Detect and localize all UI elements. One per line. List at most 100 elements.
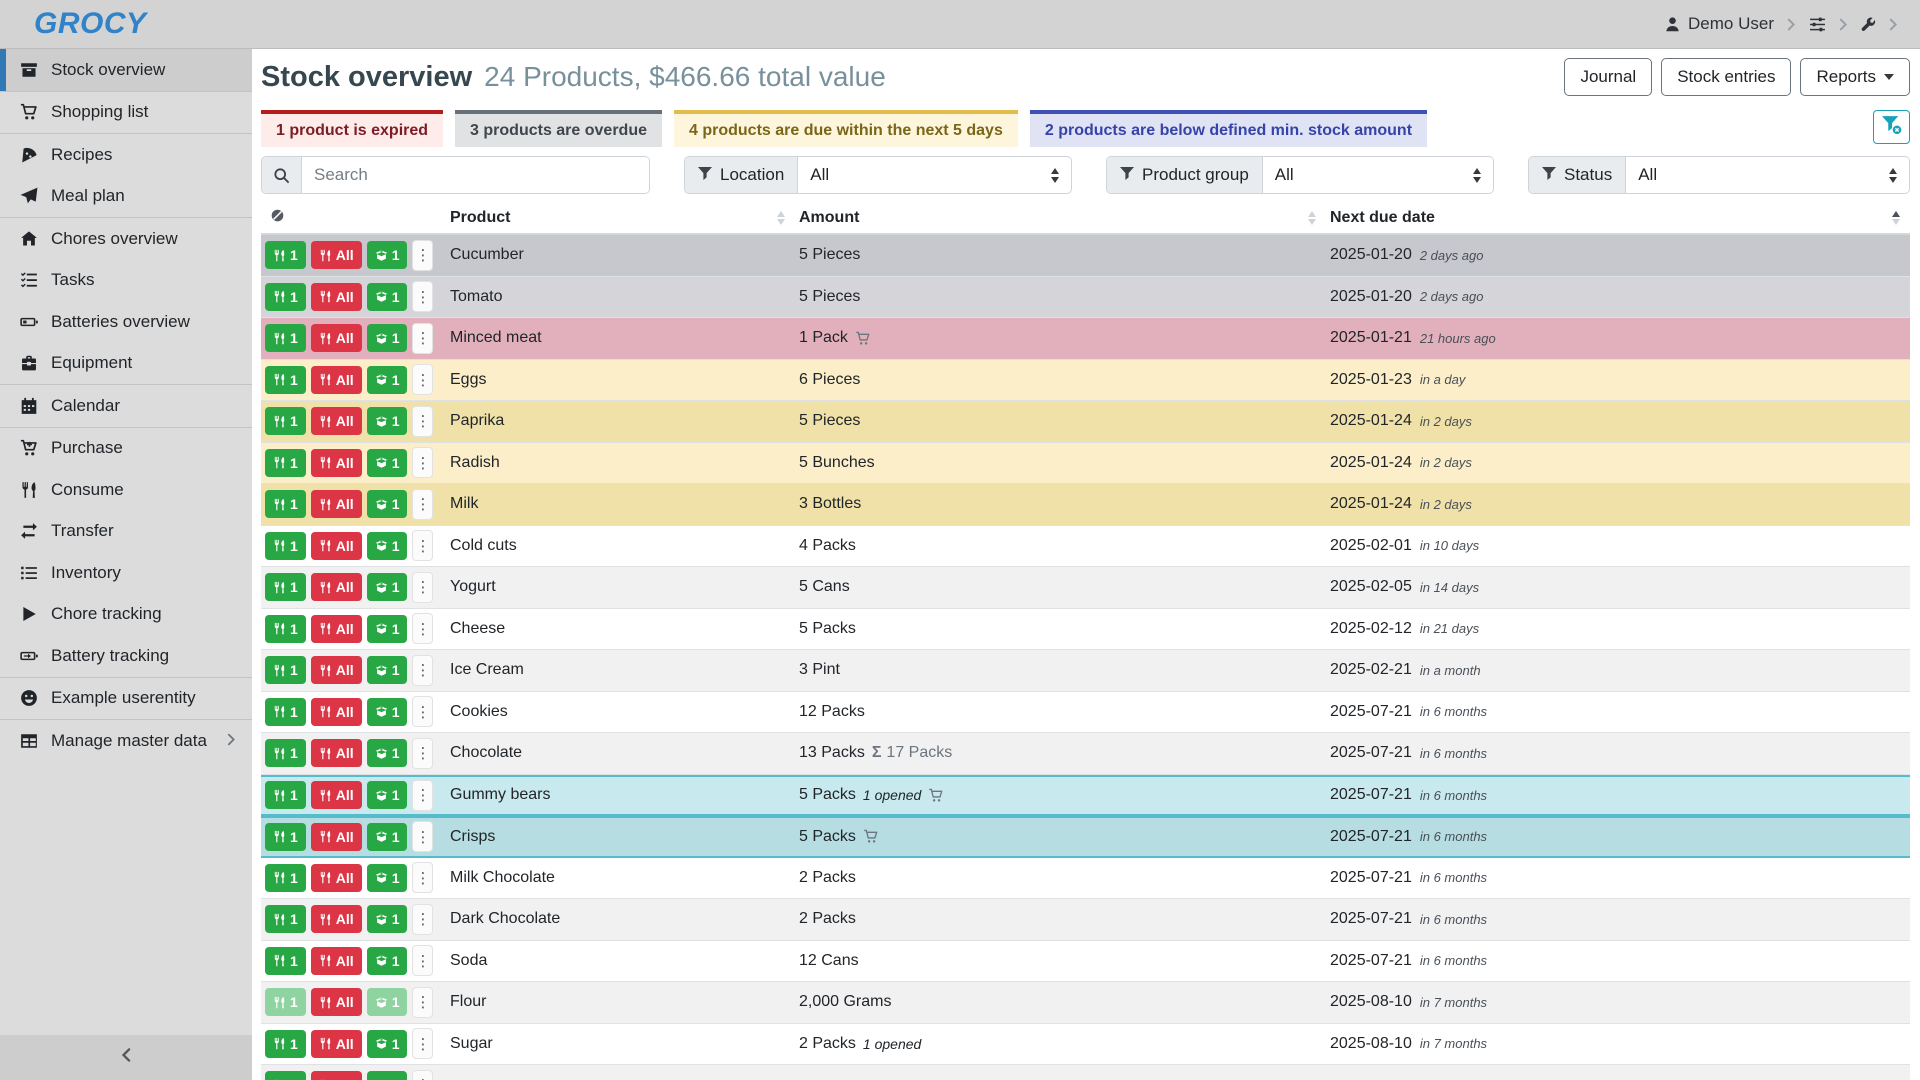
open-one-button[interactable]: 1: [367, 407, 408, 435]
row-menu-button[interactable]: ⋮: [412, 1028, 433, 1059]
consume-one-button[interactable]: 1: [265, 947, 306, 975]
filter-select[interactable]: All: [1626, 157, 1909, 193]
consume-all-button[interactable]: All: [311, 1071, 362, 1080]
open-one-button[interactable]: 1: [367, 366, 408, 394]
row-menu-button[interactable]: ⋮: [412, 904, 433, 935]
row-menu-button[interactable]: ⋮: [412, 572, 433, 603]
status-filter-badge[interactable]: 1 product is expired: [261, 110, 443, 147]
open-one-button[interactable]: 1: [367, 864, 408, 892]
consume-all-button[interactable]: All: [311, 241, 362, 269]
open-one-button[interactable]: 1: [367, 324, 408, 352]
consume-all-button[interactable]: All: [311, 905, 362, 933]
open-one-button[interactable]: 1: [367, 241, 408, 269]
consume-all-button[interactable]: All: [311, 988, 362, 1016]
open-one-button[interactable]: 1: [367, 656, 408, 684]
row-menu-button[interactable]: ⋮: [412, 738, 433, 769]
consume-all-button[interactable]: All: [311, 366, 362, 394]
row-menu-button[interactable]: ⋮: [412, 364, 433, 395]
chevron-right-icon[interactable]: [1889, 18, 1898, 31]
sidebar-item-batteries-overview[interactable]: Batteries overview: [0, 301, 252, 343]
consume-all-button[interactable]: All: [311, 1030, 362, 1058]
consume-one-button[interactable]: 1: [265, 1030, 306, 1058]
consume-one-button[interactable]: 1: [265, 241, 306, 269]
open-one-button[interactable]: 1: [367, 283, 408, 311]
open-one-button[interactable]: 1: [367, 823, 408, 851]
stock-entries-button[interactable]: Stock entries: [1661, 58, 1791, 96]
open-one-button[interactable]: 1: [367, 573, 408, 601]
consume-all-button[interactable]: All: [311, 407, 362, 435]
consume-all-button[interactable]: All: [311, 864, 362, 892]
sidebar-item-chore-tracking[interactable]: Chore tracking: [0, 594, 252, 636]
clear-filter-button[interactable]: [1873, 110, 1910, 144]
open-one-button[interactable]: 1: [367, 739, 408, 767]
consume-one-button[interactable]: 1: [265, 324, 306, 352]
consume-all-button[interactable]: All: [311, 283, 362, 311]
consume-one-button[interactable]: 1: [265, 573, 306, 601]
consume-one-button[interactable]: 1: [265, 407, 306, 435]
sidebar-item-purchase[interactable]: Purchase: [0, 428, 252, 470]
consume-all-button[interactable]: All: [311, 532, 362, 560]
consume-one-button[interactable]: 1: [265, 823, 306, 851]
sidebar-item-battery-tracking[interactable]: Battery tracking: [0, 635, 252, 677]
row-menu-button[interactable]: ⋮: [412, 655, 433, 686]
row-menu-button[interactable]: ⋮: [412, 821, 433, 852]
consume-one-button[interactable]: 1: [265, 656, 306, 684]
row-menu-button[interactable]: ⋮: [412, 530, 433, 561]
row-menu-button[interactable]: ⋮: [412, 945, 433, 976]
consume-all-button[interactable]: All: [311, 739, 362, 767]
search-input[interactable]: [302, 157, 649, 193]
open-one-button[interactable]: 1: [367, 698, 408, 726]
row-menu-button[interactable]: ⋮: [412, 323, 433, 354]
consume-one-button[interactable]: 1: [265, 739, 306, 767]
wrench-icon[interactable]: [1861, 17, 1876, 32]
consume-one-button[interactable]: 1: [265, 864, 306, 892]
row-menu-button[interactable]: ⋮: [412, 447, 433, 478]
consume-one-button[interactable]: 1: [265, 698, 306, 726]
consume-all-button[interactable]: All: [311, 324, 362, 352]
row-menu-button[interactable]: ⋮: [412, 281, 433, 312]
row-menu-button[interactable]: ⋮: [412, 862, 433, 893]
column-header-next-due-date[interactable]: Next due date: [1326, 209, 1910, 227]
sidebar-item-inventory[interactable]: Inventory: [0, 552, 252, 594]
consume-one-button[interactable]: 1: [265, 490, 306, 518]
open-one-button[interactable]: 1: [367, 781, 408, 809]
chevron-right-icon[interactable]: [1787, 18, 1796, 31]
sidebar-item-tasks[interactable]: Tasks: [0, 260, 252, 302]
sidebar-item-recipes[interactable]: Recipes: [0, 134, 252, 176]
consume-all-button[interactable]: All: [311, 449, 362, 477]
open-one-button[interactable]: 1: [367, 490, 408, 518]
sidebar-item-shopping-list[interactable]: Shopping list: [0, 92, 252, 134]
consume-all-button[interactable]: All: [311, 947, 362, 975]
journal-button[interactable]: Journal: [1564, 58, 1652, 96]
open-one-button[interactable]: 1: [367, 449, 408, 477]
open-one-button[interactable]: 1: [367, 1030, 408, 1058]
row-menu-button[interactable]: ⋮: [412, 780, 433, 811]
user-menu[interactable]: Demo User: [1664, 14, 1774, 34]
reports-button[interactable]: Reports: [1800, 58, 1910, 96]
column-header-product[interactable]: Product: [446, 209, 795, 227]
row-menu-button[interactable]: ⋮: [412, 987, 433, 1018]
filter-select[interactable]: All: [798, 157, 1071, 193]
open-one-button[interactable]: 1: [367, 532, 408, 560]
sidebar-collapse-button[interactable]: [0, 1035, 252, 1080]
consume-all-button[interactable]: All: [311, 573, 362, 601]
row-menu-button[interactable]: ⋮: [412, 613, 433, 644]
consume-one-button[interactable]: 1: [265, 449, 306, 477]
consume-one-button[interactable]: 1: [265, 532, 306, 560]
sidebar-item-manage-master-data[interactable]: Manage master data: [0, 720, 252, 762]
consume-one-button[interactable]: 1: [265, 283, 306, 311]
consume-one-button[interactable]: 1: [265, 988, 306, 1016]
sidebar-item-chores-overview[interactable]: Chores overview: [0, 218, 252, 260]
sliders-icon[interactable]: [1809, 16, 1826, 33]
open-one-button[interactable]: 1: [367, 947, 408, 975]
row-menu-button[interactable]: ⋮: [412, 489, 433, 520]
status-filter-badge[interactable]: 4 products are due within the next 5 day…: [674, 110, 1018, 147]
open-one-button[interactable]: 1: [367, 1071, 408, 1080]
open-one-button[interactable]: 1: [367, 905, 408, 933]
row-menu-button[interactable]: ⋮: [412, 696, 433, 727]
sidebar-item-meal-plan[interactable]: Meal plan: [0, 176, 252, 218]
consume-one-button[interactable]: 1: [265, 1071, 306, 1080]
sidebar-item-calendar[interactable]: Calendar: [0, 385, 252, 427]
filter-select[interactable]: All: [1263, 157, 1493, 193]
sidebar-item-transfer[interactable]: Transfer: [0, 511, 252, 553]
